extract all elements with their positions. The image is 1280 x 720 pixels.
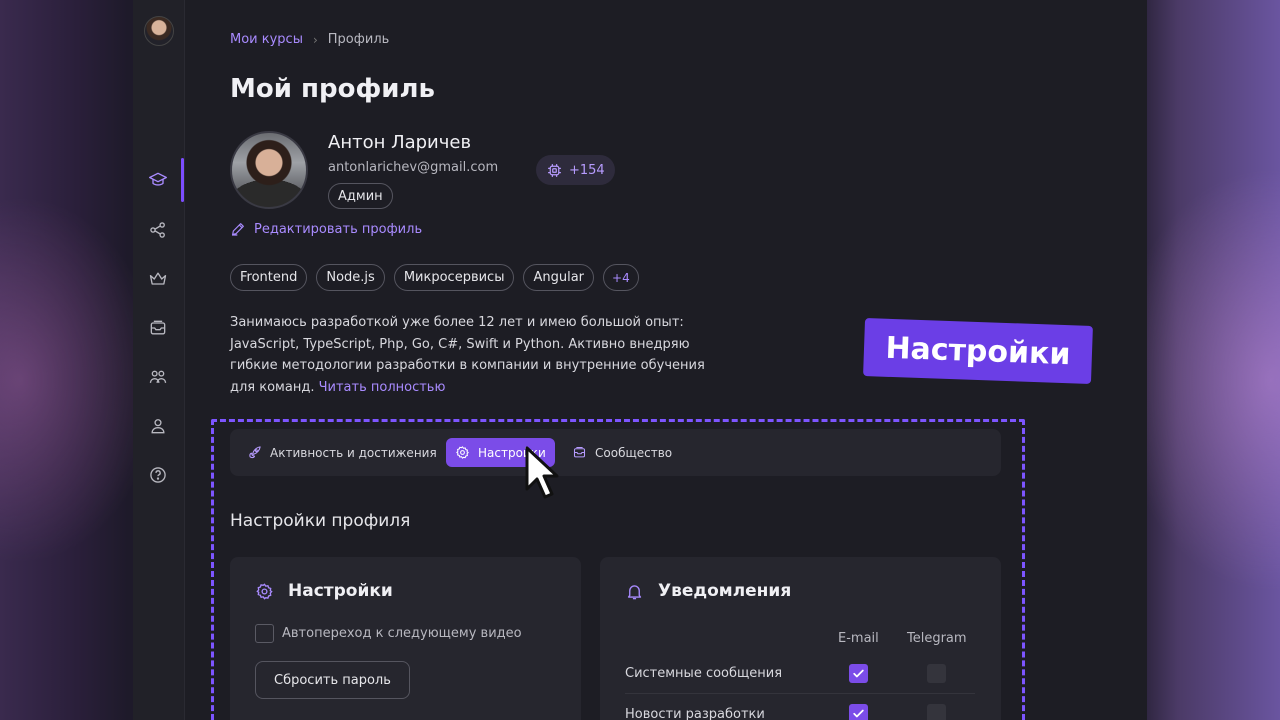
- notification-label: Новости разработки: [625, 706, 765, 720]
- check-icon: [853, 709, 864, 718]
- points-badge: +154: [536, 155, 615, 185]
- sidebar-active-indicator: [181, 158, 184, 202]
- profile-avatar: [230, 131, 308, 209]
- page-title: Мой профиль: [230, 74, 435, 104]
- telegram-checkbox[interactable]: [927, 664, 946, 683]
- bio-line: Занимаюсь разработкой уже более 12 лет и…: [230, 315, 684, 330]
- bio-line: гибкие методологии разработки в компании…: [230, 358, 705, 373]
- bio-line-last: для команд. Читать полностью: [230, 377, 710, 399]
- gear-icon: [456, 446, 469, 459]
- sidebar-avatar[interactable]: [144, 16, 174, 46]
- autoplay-label: Автопереход к следующему видео: [282, 626, 522, 641]
- notification-row: Новости разработки: [625, 694, 975, 720]
- notifications-card-title: Уведомления: [658, 581, 792, 601]
- pencil-icon: [232, 223, 244, 236]
- graduation-cap-icon[interactable]: [147, 169, 169, 191]
- tab-community-label: Сообщество: [595, 445, 673, 460]
- email-checkbox-checked[interactable]: [849, 664, 868, 683]
- crown-icon[interactable]: [147, 268, 169, 290]
- column-header-telegram: Telegram: [907, 631, 967, 646]
- skill-tags: Frontend Node.js Микросервисы Angular +4: [230, 264, 639, 291]
- notifications-card-header: Уведомления: [625, 581, 791, 601]
- notification-label: Системные сообщения: [625, 666, 783, 681]
- breadcrumb-link-courses[interactable]: Мои курсы: [230, 32, 303, 47]
- breadcrumb: Мои курсы › Профиль: [230, 32, 389, 47]
- inbox-icon[interactable]: [147, 317, 169, 339]
- profile-bio: Занимаюсь разработкой уже более 12 лет и…: [230, 312, 710, 398]
- profile-email: antonlarichev@gmail.com: [328, 160, 499, 175]
- settings-card-title: Настройки: [288, 581, 393, 601]
- telegram-checkbox[interactable]: [927, 704, 946, 720]
- overlay-badge: Настройки: [863, 318, 1093, 384]
- rocket-icon: [249, 446, 261, 459]
- share-nodes-icon[interactable]: [147, 219, 169, 241]
- notifications-card: Уведомления E-mail Telegram Системные со…: [600, 557, 1001, 720]
- settings-card-header: Настройки: [255, 581, 393, 601]
- check-icon: [853, 669, 864, 678]
- profile-tabs: Активность и достижения Настройки Сообще…: [230, 429, 1001, 476]
- profile-name: Антон Ларичев: [328, 132, 472, 153]
- edit-profile-label: Редактировать профиль: [254, 221, 423, 237]
- bell-icon: [627, 584, 642, 599]
- notification-row: Системные сообщения: [625, 654, 975, 694]
- email-checkbox-checked[interactable]: [849, 704, 868, 720]
- role-badge-label: Админ: [338, 188, 383, 204]
- skill-tag[interactable]: Node.js: [316, 264, 385, 291]
- breadcrumb-separator: ›: [312, 32, 318, 47]
- mouse-cursor-icon: [525, 446, 559, 499]
- edit-profile-link[interactable]: Редактировать профиль: [230, 221, 422, 237]
- column-header-email: E-mail: [838, 631, 879, 646]
- reset-password-button[interactable]: Сбросить пароль: [255, 661, 410, 699]
- points-value: +154: [569, 162, 605, 178]
- skill-tag[interactable]: Frontend: [230, 264, 308, 291]
- breadcrumb-current: Профиль: [327, 32, 390, 47]
- section-title: Настройки профиля: [230, 511, 411, 531]
- skill-tag[interactable]: Angular: [523, 264, 595, 291]
- tab-activity[interactable]: Активность и достижения: [238, 438, 446, 467]
- role-badge: Админ: [328, 183, 393, 209]
- users-icon[interactable]: [147, 366, 169, 388]
- community-icon: [573, 446, 586, 458]
- more-tags-button[interactable]: +4: [603, 264, 639, 291]
- gear-icon: [256, 582, 273, 600]
- skill-tag[interactable]: Микросервисы: [393, 264, 515, 291]
- bio-line-text: для команд.: [230, 379, 315, 395]
- autoplay-setting[interactable]: Автопереход к следующему видео: [255, 624, 522, 643]
- bio-line: JavaScript, TypeScript, Php, Go, C#, Swi…: [230, 336, 690, 352]
- tab-community[interactable]: Сообщество: [563, 438, 681, 467]
- sidebar: [133, 0, 185, 720]
- chip-icon: [548, 163, 561, 177]
- user-icon[interactable]: [147, 415, 169, 437]
- settings-card: Настройки Автопереход к следующему видео…: [230, 557, 581, 720]
- read-more-link[interactable]: Читать полностью: [319, 380, 446, 395]
- tab-activity-label: Активность и достижения: [270, 445, 437, 460]
- autoplay-checkbox[interactable]: [255, 624, 274, 643]
- help-icon[interactable]: [147, 464, 169, 486]
